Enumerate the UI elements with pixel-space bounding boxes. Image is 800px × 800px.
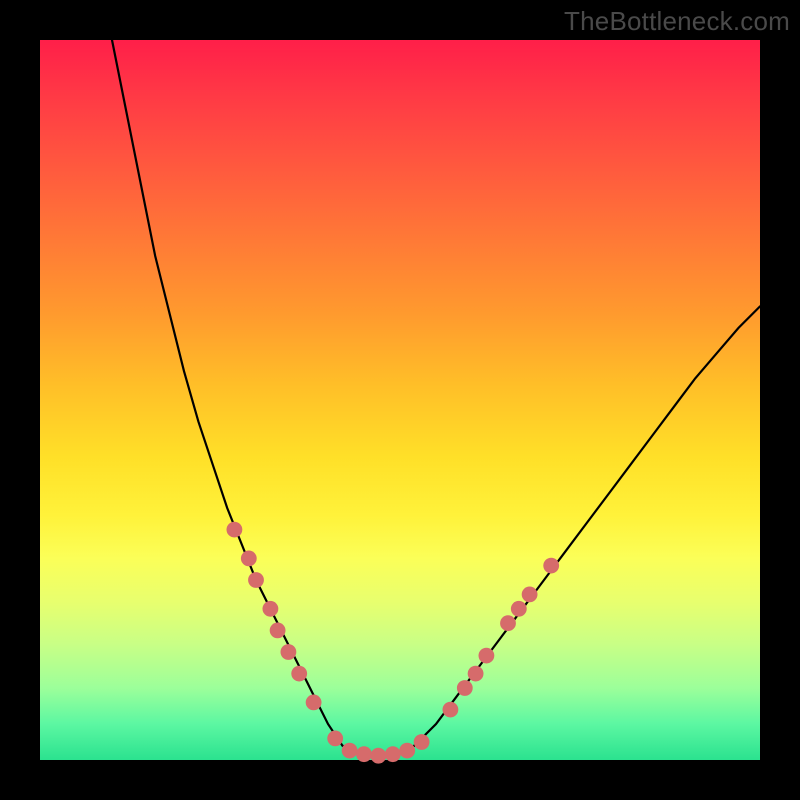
data-marker — [443, 702, 459, 718]
chart-frame: TheBottleneck.com — [0, 0, 800, 800]
data-marker — [414, 734, 430, 750]
data-marker — [385, 746, 401, 762]
data-marker — [291, 666, 307, 682]
data-marker — [306, 695, 322, 711]
watermark-text: TheBottleneck.com — [564, 6, 790, 37]
data-marker — [399, 743, 415, 759]
curve-layer — [40, 40, 760, 760]
data-markers — [227, 522, 560, 764]
data-marker — [342, 743, 358, 759]
data-marker — [241, 551, 257, 567]
data-marker — [270, 623, 286, 639]
curve-left-arm — [112, 40, 342, 746]
data-marker — [479, 648, 495, 664]
data-marker — [522, 587, 538, 603]
data-marker — [543, 558, 559, 574]
data-marker — [263, 601, 279, 617]
data-marker — [356, 746, 372, 762]
data-marker — [227, 522, 243, 538]
plot-area — [40, 40, 760, 760]
data-marker — [371, 748, 387, 764]
data-marker — [468, 666, 484, 682]
data-marker — [457, 680, 473, 696]
data-marker — [327, 731, 343, 747]
data-marker — [511, 601, 527, 617]
curve-right-arm — [414, 306, 760, 745]
data-marker — [500, 615, 516, 631]
data-marker — [281, 644, 297, 660]
data-marker — [248, 572, 264, 588]
